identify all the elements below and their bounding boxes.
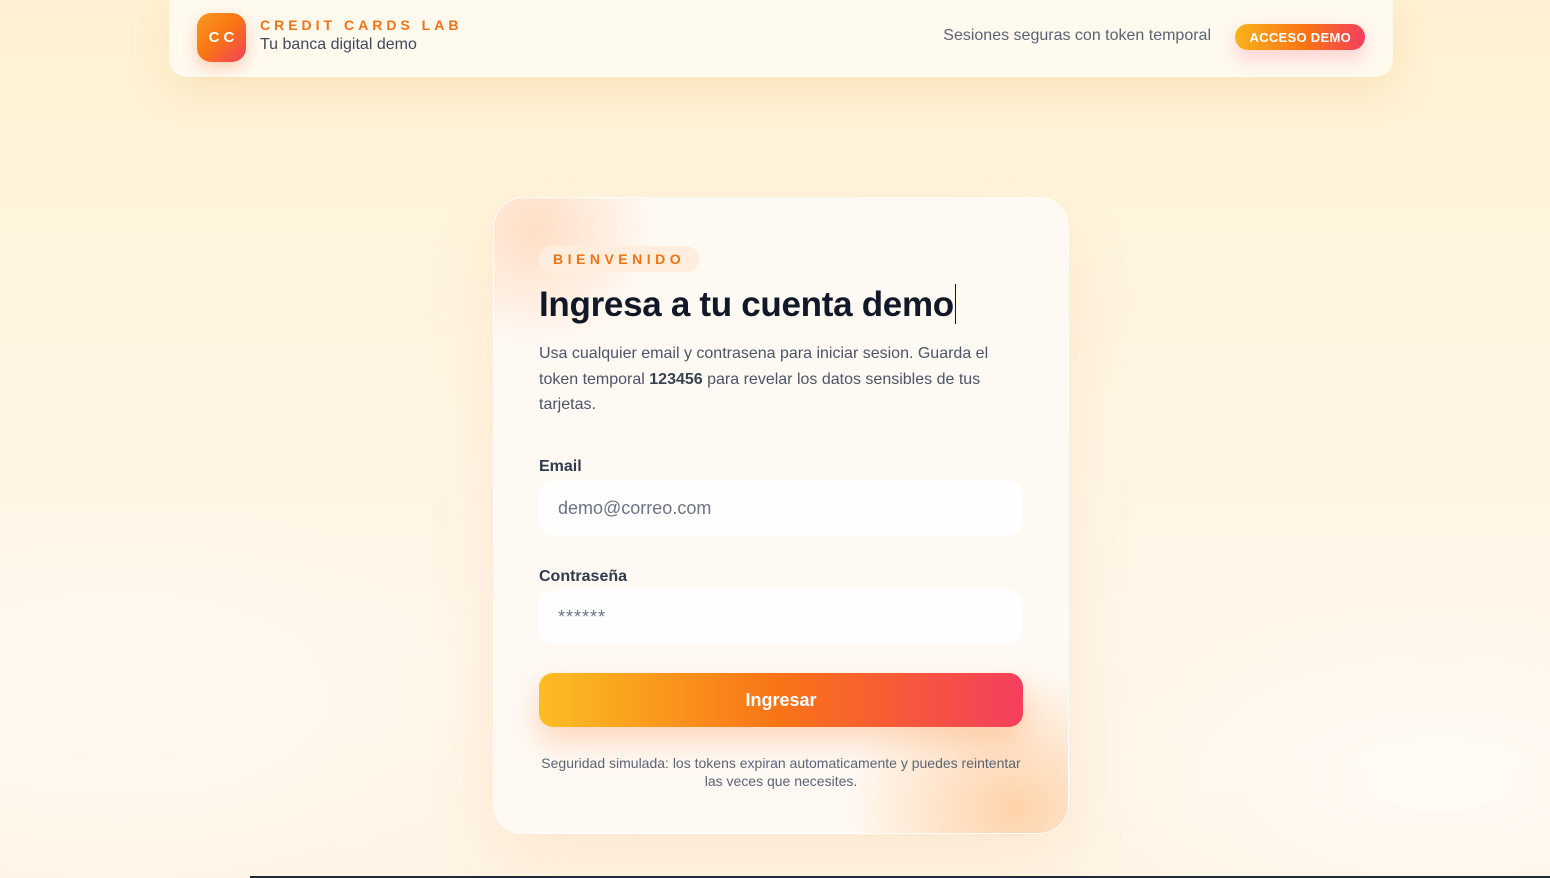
logo-text: CC bbox=[208, 29, 239, 46]
password-field[interactable] bbox=[539, 590, 1023, 644]
email-label: Email bbox=[539, 458, 582, 475]
password-label: Contraseña bbox=[539, 568, 628, 585]
security-footnote: Seguridad simulada: los tokens expiran a… bbox=[541, 755, 1021, 789]
page-title: Ingresa a tu cuenta demo bbox=[539, 284, 957, 325]
login-button[interactable]: Ingresar bbox=[539, 673, 1023, 727]
brand-logo[interactable]: CC bbox=[197, 13, 246, 62]
page-title-text: Ingresa a tu cuenta demo bbox=[539, 285, 954, 324]
text-caret bbox=[954, 284, 957, 324]
token-value: 123456 bbox=[649, 370, 703, 388]
welcome-tag: BIENVENIDO bbox=[539, 246, 700, 272]
login-card: BIENVENIDO Ingresa a tu cuenta demo Usa … bbox=[493, 197, 1069, 834]
email-field[interactable] bbox=[539, 481, 1023, 535]
demo-access-badge[interactable]: ACCESO DEMO bbox=[1235, 24, 1365, 50]
top-header: CC CREDIT CARDS LAB Tu banca digital dem… bbox=[169, 0, 1393, 77]
brand-name: CREDIT CARDS LAB bbox=[260, 17, 463, 33]
security-note: Sesiones seguras con token temporal bbox=[943, 27, 1211, 44]
brand-subtitle: Tu banca digital demo bbox=[260, 36, 417, 53]
login-description: Usa cualquier email y contrasena para in… bbox=[539, 341, 1029, 418]
